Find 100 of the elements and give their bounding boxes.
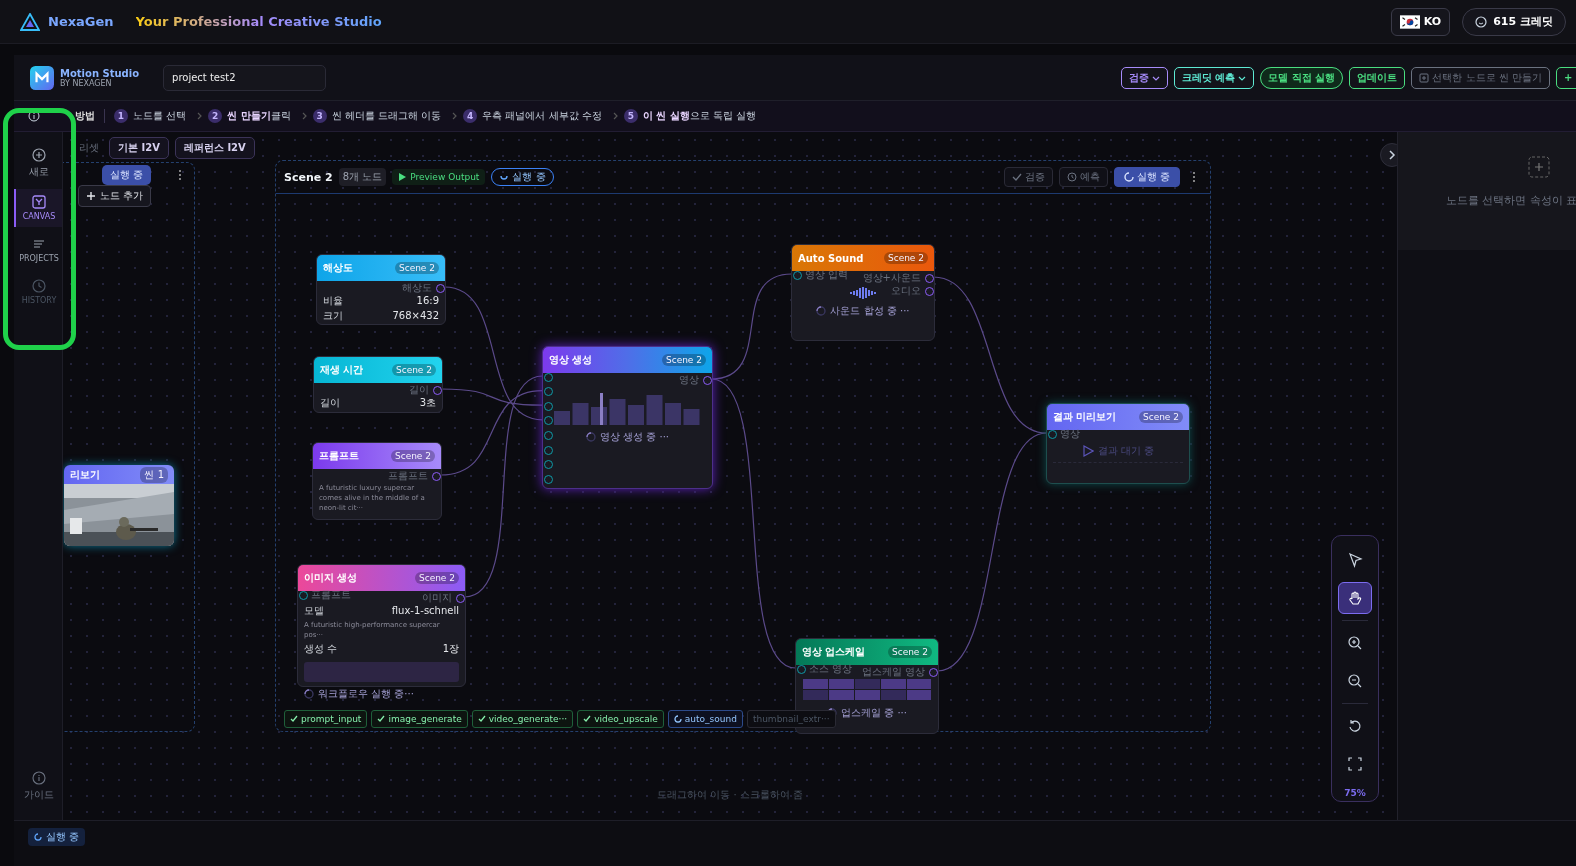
scene-badge: Scene 2	[391, 364, 436, 376]
tool-button[interactable]	[1338, 582, 1372, 614]
node-card[interactable]: 영상 생성 Scene 2 영상 영상 생성 중 ···	[542, 346, 713, 489]
node-card[interactable]: Auto Sound Scene 2 영상 입력 영상+사운드 오디오 사운드 합성 중 ···	[791, 244, 935, 341]
toolbar-button[interactable]: 업데이트	[1349, 66, 1406, 89]
expand-button[interactable]	[1380, 143, 1397, 167]
node-title: 프롬프트	[319, 449, 359, 463]
sound-wave-icon	[849, 287, 877, 299]
sidebar-item[interactable]: 새로	[14, 142, 62, 185]
sidebar-item[interactable]: CANVAS	[14, 189, 62, 227]
info-icon	[28, 110, 40, 122]
step-number: 4	[463, 109, 478, 123]
output-port[interactable]	[456, 593, 465, 603]
node-title: 재생 시간	[320, 363, 364, 377]
step-chip: image_generate	[371, 710, 468, 728]
plus-icon	[86, 191, 96, 201]
port-label: 업스케일 영상	[861, 666, 925, 678]
field-label: 크기	[323, 310, 343, 322]
toolbar-button[interactable]: +	[1556, 66, 1576, 89]
hand-icon	[1347, 590, 1363, 606]
guide-button[interactable]: 가이드	[14, 765, 62, 808]
spinner-icon	[304, 689, 314, 699]
check-icon	[377, 715, 386, 723]
node-card[interactable]: 재생 시간 Scene 2 길이 길이 3초	[313, 356, 443, 413]
smiley-icon	[1475, 15, 1488, 28]
input-port[interactable]	[797, 664, 806, 674]
project-name-field[interactable]: project test2	[163, 64, 327, 91]
run-button[interactable]: 실행 중	[102, 165, 152, 185]
preset-button[interactable]: 레퍼런스 I2V	[174, 137, 255, 159]
toolbar-button[interactable]: 크레딧 예측	[1174, 66, 1255, 89]
output-port[interactable]	[929, 667, 938, 677]
input-port[interactable]	[793, 270, 802, 280]
check-icon	[583, 715, 592, 723]
field-value: 3초	[419, 397, 436, 409]
credits-button[interactable]: 615 크레딧	[1462, 7, 1566, 36]
input-port[interactable]	[299, 590, 308, 600]
field-label: 비율	[323, 295, 343, 307]
play-icon	[1081, 445, 1094, 457]
scene-action-button[interactable]: 검증	[1003, 167, 1053, 187]
step-text: 노드를 선택	[133, 109, 187, 123]
scene-action-button[interactable]: 예측	[1058, 167, 1108, 187]
output-port[interactable]	[433, 385, 442, 395]
step-chip: prompt_input	[284, 710, 368, 728]
add-square-icon	[1419, 72, 1430, 83]
port-label: 프롬프트	[311, 589, 351, 601]
app-subtitle: BY NEXAGEN	[60, 78, 113, 88]
node-title: 리보기	[70, 467, 100, 482]
rotate-icon	[1347, 718, 1363, 734]
field-label: 길이	[320, 397, 340, 409]
add-node-tooltip[interactable]: 노드 추가	[78, 185, 152, 207]
status-text: 업스케일 중 ···	[841, 706, 907, 720]
check-icon	[1011, 172, 1022, 182]
step-text: 씬 만들기클릭	[227, 109, 291, 123]
output-port[interactable]	[432, 471, 441, 481]
node-card[interactable]: 결과 미리보기 Scene 2 영상 결과 대기 중	[1046, 403, 1190, 484]
triangle-logo-icon	[20, 12, 40, 31]
output-port[interactable]	[436, 283, 445, 293]
app-name: Motion Studio	[60, 67, 140, 79]
preset-button[interactable]: 기본 I2V	[109, 137, 169, 159]
toolbar-button[interactable]: 모델 직접 실행	[1260, 66, 1344, 89]
port-label: 영상	[1060, 428, 1080, 440]
scene-badge: Scene 2	[661, 354, 706, 366]
scene-badge: Scene 2	[414, 572, 459, 584]
scene-badge: Scene 2	[883, 252, 928, 264]
check-icon	[290, 715, 298, 723]
port-label: 오디오	[891, 285, 921, 297]
status-badge: 실행 중	[28, 828, 86, 846]
chevron-icon	[1387, 150, 1397, 160]
scene-badge: Scene 2	[1138, 411, 1183, 423]
field-value: 1장	[442, 643, 459, 655]
more-icon[interactable]	[178, 169, 182, 181]
brand-name: NexaGen	[48, 14, 114, 29]
presets-label: 리셋	[79, 141, 99, 155]
field-value: flux-1-schnell	[391, 605, 459, 617]
step-number: 3	[312, 109, 327, 123]
node-title: 영상 업스케일	[802, 645, 866, 659]
fullscreen-icon	[1347, 756, 1363, 772]
step-chip: video_generate···	[471, 710, 574, 728]
scene-badge: Scene 2	[394, 262, 439, 274]
scene-action-button[interactable]: 실행 중	[1113, 167, 1180, 187]
input-port[interactable]	[1048, 429, 1057, 439]
more-icon[interactable]	[1192, 171, 1196, 183]
field-label: 모델	[304, 605, 324, 617]
sidebar-item[interactable]: PROJECTS	[14, 231, 62, 269]
node-title: 해상도	[323, 261, 353, 275]
scene-badge: Scene 2	[390, 450, 435, 462]
port-label: 해상도	[402, 282, 432, 294]
step-text: 씬 헤더를 드래그해 이동	[331, 109, 442, 123]
language-button[interactable]: KO	[1390, 7, 1451, 36]
info-icon	[32, 771, 46, 785]
pointer-icon	[1347, 552, 1363, 568]
toolbar-button[interactable]: 검증	[1121, 66, 1168, 89]
node-title: 결과 미리보기	[1053, 410, 1117, 424]
output-port[interactable]	[703, 375, 712, 385]
node-card[interactable]: 리보기 씬 1	[64, 465, 174, 546]
node-title: 이미지 생성	[304, 571, 358, 585]
status-text: 영상 생성 중 ···	[599, 430, 670, 444]
step-chip: video_upscale	[577, 710, 664, 728]
node-card[interactable]: 해상도 Scene 2 해상도 비율 16:9 크기 768×432	[316, 254, 446, 325]
preview-output-button[interactable]: Preview Output	[392, 169, 486, 185]
